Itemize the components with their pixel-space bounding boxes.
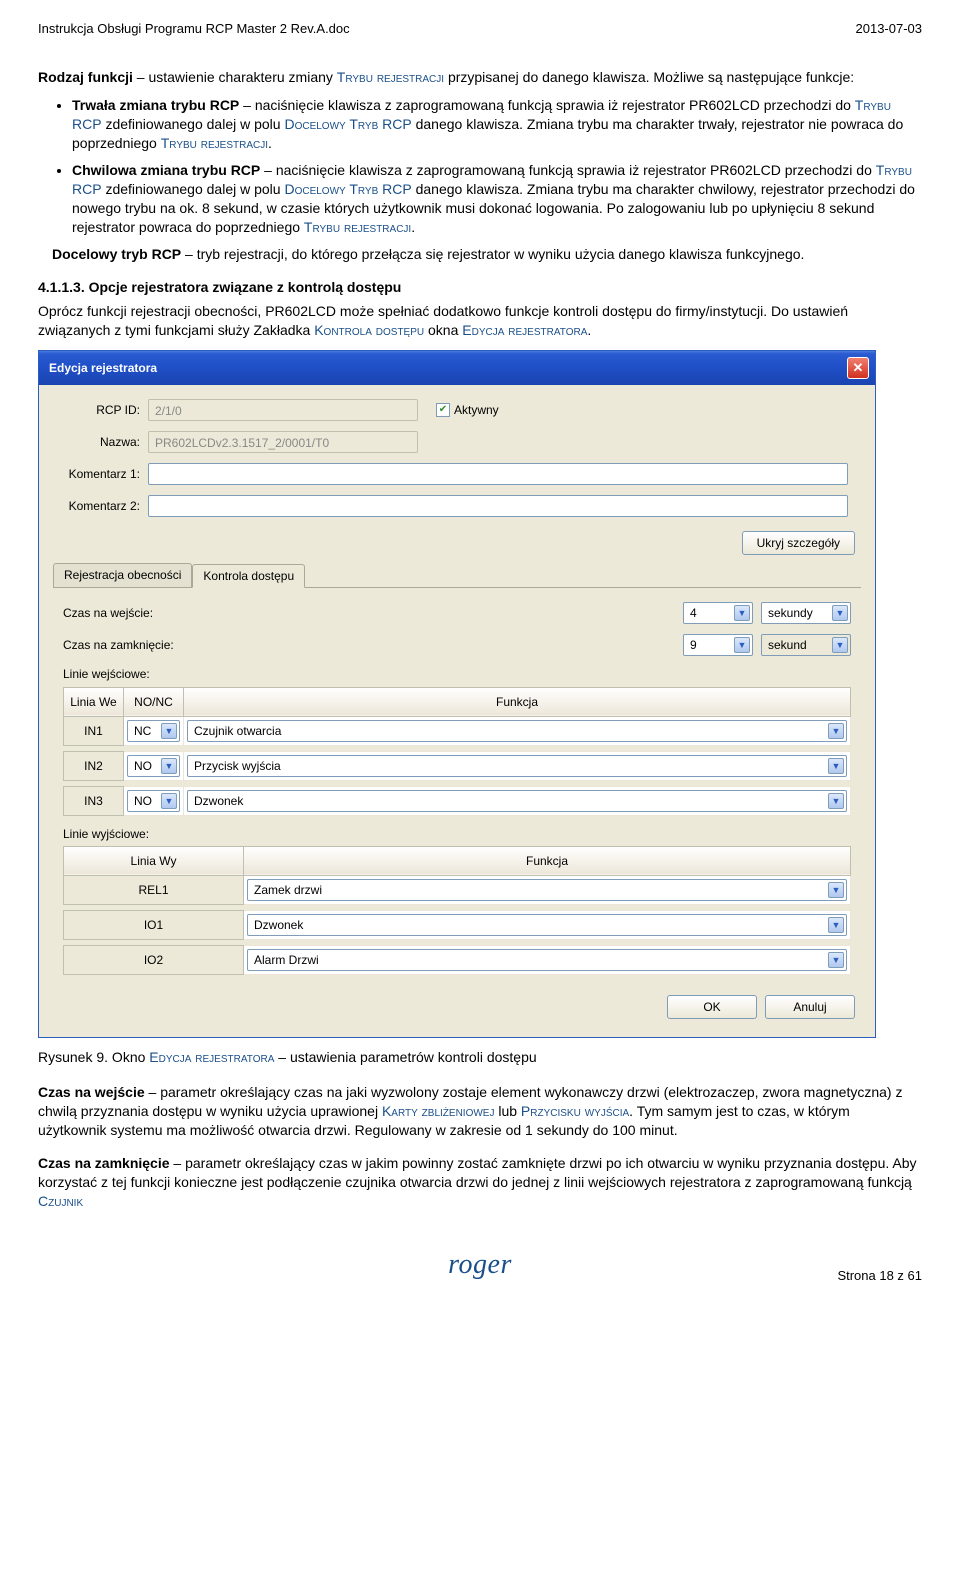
funkcja-select[interactable]: Dzwonek▼	[187, 790, 847, 812]
table-row: IN1 NC▼ Czujnik otwarcia▼	[64, 716, 851, 745]
table-row: IO1 Dzwonek▼	[64, 911, 851, 940]
chevron-down-icon: ▼	[161, 758, 177, 774]
nonc-select[interactable]: NO▼	[127, 755, 180, 777]
ok-button[interactable]: OK	[667, 995, 757, 1019]
page-footer: roger Strona 18 z 61	[38, 1246, 922, 1284]
chevron-down-icon: ▼	[828, 723, 844, 739]
col-linia-wy: Linia Wy	[64, 846, 244, 875]
label-komentarz2: Komentarz 2:	[53, 498, 148, 514]
chevron-down-icon: ▼	[828, 882, 844, 898]
chevron-down-icon: ▼	[828, 952, 844, 968]
table-row: IN3 NO▼ Dzwonek▼	[64, 786, 851, 815]
aktywny-checkbox[interactable]: ✔	[436, 403, 450, 417]
figure-caption: Rysunek 9. Okno Edycja rejestratora – us…	[38, 1048, 922, 1067]
paragraph-opcje: Oprócz funkcji rejestracji obecności, PR…	[38, 302, 922, 340]
ukryj-szczegoly-button[interactable]: Ukryj szczegóły	[742, 531, 855, 555]
chevron-down-icon: ▼	[161, 723, 177, 739]
label-nazwa: Nazwa:	[53, 434, 148, 450]
logo-roger: roger	[448, 1246, 512, 1284]
tab-rejestracja-obecnosci[interactable]: Rejestracja obecności	[53, 563, 192, 587]
window-title: Edycja rejestratora	[49, 360, 157, 376]
col-funkcja: Funkcja	[184, 687, 851, 716]
label: Rodzaj funkcji	[38, 69, 133, 85]
chevron-down-icon: ▼	[832, 605, 848, 621]
doc-title: Instrukcja Obsługi Programu RCP Master 2…	[38, 20, 350, 38]
komentarz2-input[interactable]	[148, 495, 848, 517]
list-item: Trwała zmiana trybu RCP – naciśnięcie kl…	[72, 96, 922, 153]
titlebar[interactable]: Edycja rejestratora ✕	[39, 351, 875, 385]
anuluj-button[interactable]: Anuluj	[765, 995, 855, 1019]
nazwa-field: PR602LCDv2.3.1517_2/0001/T0	[148, 431, 418, 453]
rcp-id-field: 2/1/0	[148, 399, 418, 421]
chevron-down-icon: ▼	[734, 637, 750, 653]
label-linie-we: Linie wejściowe:	[63, 666, 851, 682]
tab-panel-kontrola-dostepu: Czas na wejście: 4▼ sekundy▼ Czas na zam…	[53, 588, 861, 985]
page-number: Strona 18 z 61	[512, 1267, 922, 1285]
tabs: Rejestracja obecności Kontrola dostępu	[53, 563, 861, 588]
list-item: Chwilowa zmiana trybu RCP – naciśnięcie …	[72, 161, 922, 237]
col-funkcja: Funkcja	[244, 846, 851, 875]
label-linie-wy: Linie wyjściowe:	[63, 826, 851, 842]
table-linie-wyjsciowe: Linia Wy Funkcja REL1 Zamek drzwi▼ IO1 D…	[63, 846, 851, 975]
czas-zam-unit-select[interactable]: sekund▼	[761, 634, 851, 656]
paragraph-czas-na-wejscie: Czas na wejście – parametr określający c…	[38, 1083, 922, 1140]
tab-kontrola-dostepu[interactable]: Kontrola dostępu	[192, 564, 305, 588]
table-row: IO2 Alarm Drzwi▼	[64, 946, 851, 975]
aktywny-label: Aktywny	[454, 402, 499, 418]
chevron-down-icon: ▼	[828, 793, 844, 809]
paragraph-docelowy-tryb: Docelowy tryb RCP – tryb rejestracji, do…	[52, 245, 922, 264]
doc-date: 2013-07-03	[856, 20, 923, 38]
paragraph-czas-na-zamkniecie: Czas na zamknięcie – parametr określając…	[38, 1154, 922, 1211]
chevron-down-icon: ▼	[828, 758, 844, 774]
table-row: REL1 Zamek drzwi▼	[64, 876, 851, 905]
table-linie-wejsciowe: Linia We NO/NC Funkcja IN1 NC▼ Czujnik o…	[63, 687, 851, 816]
label-rcp-id: RCP ID:	[53, 402, 148, 418]
czas-we-unit-select[interactable]: sekundy▼	[761, 602, 851, 624]
label-czas-zam: Czas na zamknięcie:	[63, 637, 203, 653]
close-icon[interactable]: ✕	[847, 357, 869, 379]
col-linia-we: Linia We	[64, 687, 124, 716]
function-list: Trwała zmiana trybu RCP – naciśnięcie kl…	[38, 96, 922, 236]
section-heading: 4.1.1.3. Opcje rejestratora związane z k…	[38, 278, 922, 297]
funkcja-select[interactable]: Dzwonek▼	[247, 914, 847, 936]
col-nonc: NO/NC	[124, 687, 184, 716]
funkcja-select[interactable]: Czujnik otwarcia▼	[187, 720, 847, 742]
dialog-edycja-rejestratora: Edycja rejestratora ✕ RCP ID: 2/1/0 ✔ Ak…	[38, 350, 876, 1038]
funkcja-select[interactable]: Zamek drzwi▼	[247, 879, 847, 901]
paragraph-rodzaj-funkcji: Rodzaj funkcji – ustawienie charakteru z…	[38, 68, 922, 87]
label-czas-we: Czas na wejście:	[63, 605, 203, 621]
term: Trybu rejestracji	[337, 69, 444, 85]
nonc-select[interactable]: NC▼	[127, 720, 180, 742]
doc-header: Instrukcja Obsługi Programu RCP Master 2…	[38, 20, 922, 38]
nonc-select[interactable]: NO▼	[127, 790, 180, 812]
chevron-down-icon: ▼	[832, 637, 848, 653]
chevron-down-icon: ▼	[161, 793, 177, 809]
table-row: IN2 NO▼ Przycisk wyjścia▼	[64, 751, 851, 780]
chevron-down-icon: ▼	[828, 917, 844, 933]
funkcja-select[interactable]: Przycisk wyjścia▼	[187, 755, 847, 777]
funkcja-select[interactable]: Alarm Drzwi▼	[247, 949, 847, 971]
czas-we-value-select[interactable]: 4▼	[683, 602, 753, 624]
label-komentarz1: Komentarz 1:	[53, 466, 148, 482]
czas-zam-value-select[interactable]: 9▼	[683, 634, 753, 656]
chevron-down-icon: ▼	[734, 605, 750, 621]
komentarz1-input[interactable]	[148, 463, 848, 485]
